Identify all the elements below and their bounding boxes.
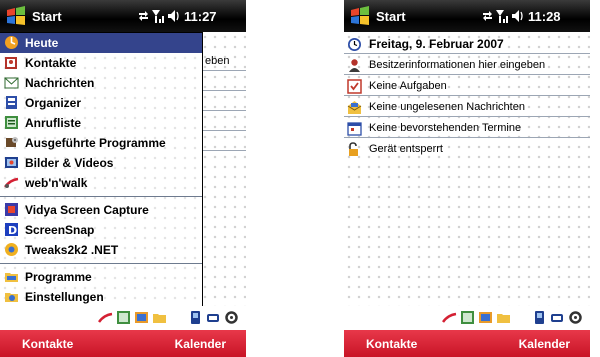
clock[interactable]: 11:27	[184, 9, 217, 24]
today-row-partial	[203, 72, 246, 91]
calendar-icon	[347, 122, 362, 136]
screensnap-icon: D	[5, 223, 18, 237]
menu-item-web-n-walk[interactable]: web'n'walk	[0, 173, 202, 193]
start-menu: Heute Kontakte Nachrichten Organizer Anr…	[0, 32, 203, 308]
programs-folder-icon	[5, 273, 18, 282]
battery-icon[interactable]	[206, 310, 221, 325]
tasks-icon	[347, 79, 362, 94]
today-row-partial	[203, 132, 246, 151]
softkey-left[interactable]: Kontakte	[366, 337, 417, 351]
menu-item-nachrichten[interactable]: Nachrichten	[0, 73, 202, 93]
unlocked-icon	[349, 142, 358, 156]
menu-item-vidya-screen-capture[interactable]: Vidya Screen Capture	[0, 200, 202, 220]
pictures-videos-icon	[5, 157, 18, 168]
title-bar: Start 11:27	[0, 0, 246, 32]
today-tray	[0, 306, 246, 330]
start-button[interactable]: Start	[376, 9, 406, 24]
settings-icon[interactable]	[568, 310, 583, 325]
call-log-icon[interactable]	[460, 310, 475, 325]
left-screen: Start 11:27 eben Heute Kontakte Nachrich…	[0, 0, 246, 357]
running-programs-icon	[6, 137, 18, 147]
menu-item-ausgefuehrte-programme[interactable]: Ausgeführte Programme	[0, 133, 202, 153]
softkey-left[interactable]: Kontakte	[22, 337, 73, 351]
call-log-icon[interactable]	[116, 310, 131, 325]
menu-item-kontakte[interactable]: Kontakte	[0, 53, 202, 73]
menu-item-programme[interactable]: Programme	[0, 267, 202, 287]
svg-text:D: D	[8, 224, 17, 237]
today-lock-row[interactable]: Gerät entsperrt	[344, 140, 590, 159]
today-tasks-row[interactable]: Keine Aufgaben	[344, 77, 590, 96]
tweaks-icon	[5, 243, 18, 256]
connectivity-signal-volume-icons[interactable]	[138, 8, 180, 24]
battery-icon[interactable]	[550, 310, 565, 325]
today-screen: Freitag, 9. Februar 2007 Besitzerinforma…	[344, 32, 590, 306]
right-screen: Start 11:28 Freitag, 9. Februar 2007 Bes…	[344, 0, 590, 357]
windows-logo-icon[interactable]	[5, 5, 27, 27]
title-bar: Start 11:28	[344, 0, 590, 32]
web-n-walk-icon	[4, 177, 19, 188]
phone-icon[interactable]	[188, 310, 203, 325]
owner-icon	[349, 59, 360, 72]
clock[interactable]: 11:28	[528, 9, 561, 24]
vidya-icon	[5, 203, 18, 216]
menu-separator	[0, 263, 202, 264]
messages-icon	[4, 77, 19, 89]
softkey-right[interactable]: Kalender	[175, 337, 226, 351]
today-row-partial: eben	[203, 52, 246, 71]
softkey-bar: Kontakte Kalender	[344, 330, 590, 357]
clock-icon	[348, 38, 361, 51]
phone-icon[interactable]	[532, 310, 547, 325]
mail-icon	[347, 101, 362, 114]
call-log-icon	[5, 116, 18, 129]
today-date-row[interactable]: Freitag, 9. Februar 2007	[344, 35, 590, 54]
menu-item-anrufliste[interactable]: Anrufliste	[0, 113, 202, 133]
menu-item-einstellungen[interactable]: Einstellungen	[0, 287, 202, 307]
today-row-partial	[203, 92, 246, 111]
menu-item-heute[interactable]: Heute	[0, 33, 202, 53]
menu-item-screensnap[interactable]: D ScreenSnap	[0, 220, 202, 240]
folder-icon[interactable]	[496, 310, 511, 325]
folder-icon[interactable]	[152, 310, 167, 325]
connectivity-signal-volume-icons[interactable]	[482, 8, 524, 24]
today-row-partial	[203, 112, 246, 131]
menu-item-bilder-videos[interactable]: Bilder & Videos	[0, 153, 202, 173]
softkey-right[interactable]: Kalender	[519, 337, 570, 351]
today-owner-row[interactable]: Besitzerinformationen hier eingeben	[344, 56, 590, 75]
settings-icon[interactable]	[224, 310, 239, 325]
pictures-icon[interactable]	[478, 310, 493, 325]
web-n-walk-icon[interactable]	[98, 310, 113, 325]
pictures-icon[interactable]	[134, 310, 149, 325]
start-button[interactable]: Start	[32, 9, 62, 24]
menu-item-organizer[interactable]: Organizer	[0, 93, 202, 113]
web-n-walk-icon[interactable]	[442, 310, 457, 325]
organizer-icon	[6, 96, 17, 109]
softkey-bar: Kontakte Kalender	[0, 330, 246, 357]
today-icon	[5, 36, 18, 49]
windows-logo-icon[interactable]	[349, 5, 371, 27]
settings-folder-icon	[5, 293, 18, 302]
today-messages-row[interactable]: Keine ungelesenen Nachrichten	[344, 98, 590, 117]
today-calendar-row[interactable]: Keine bevorstehenden Termine	[344, 119, 590, 138]
menu-separator	[0, 196, 202, 197]
contacts-icon	[5, 57, 17, 69]
menu-item-tweaks2k2[interactable]: Tweaks2k2 .NET	[0, 240, 202, 260]
today-tray	[344, 306, 590, 330]
